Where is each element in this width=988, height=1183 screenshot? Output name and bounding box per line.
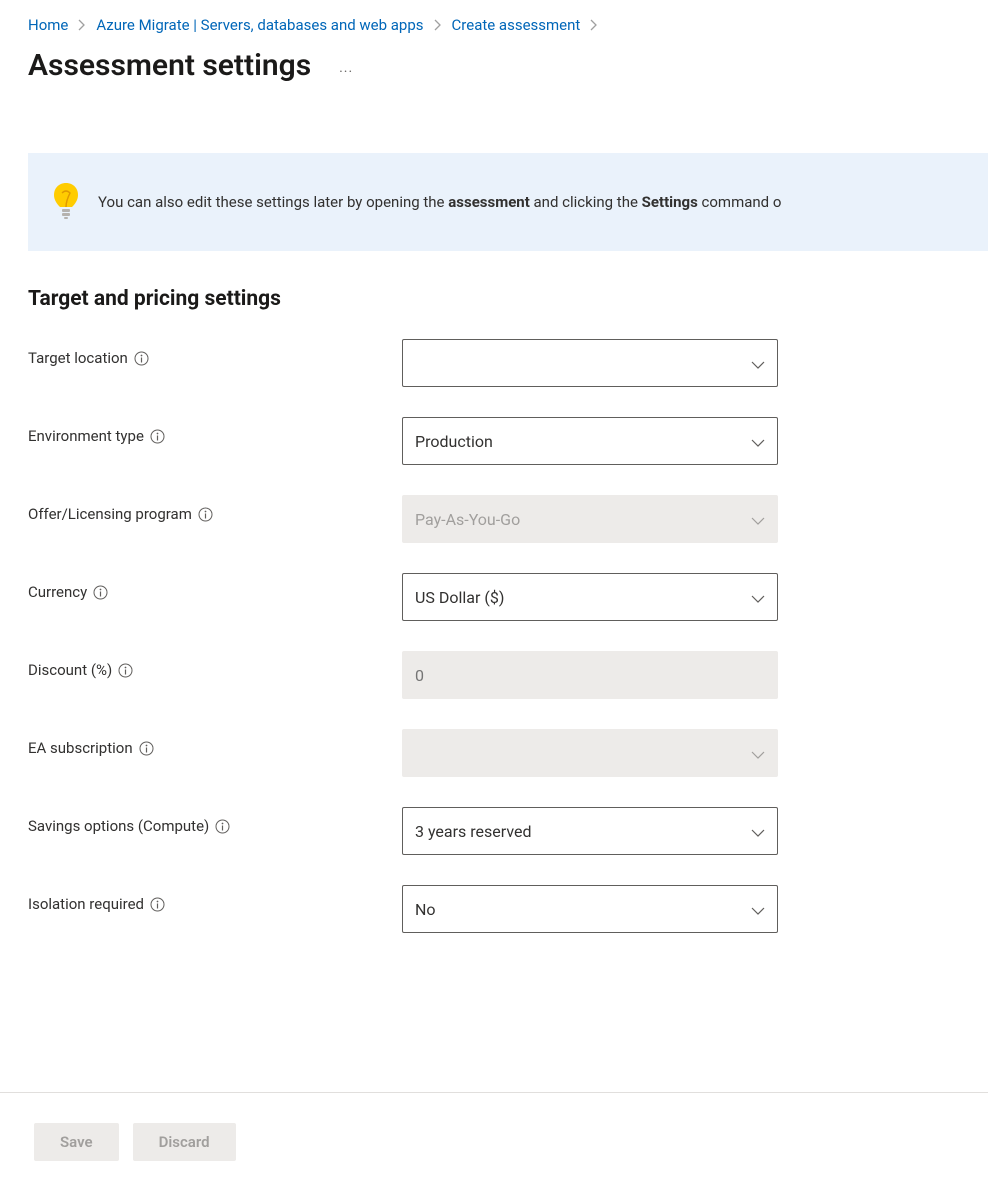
select-currency[interactable]: US Dollar ($) bbox=[402, 573, 778, 621]
info-icon[interactable] bbox=[198, 507, 213, 522]
label-isolation-required: Isolation required bbox=[28, 885, 402, 913]
select-environment-type[interactable]: Production bbox=[402, 417, 778, 465]
info-icon[interactable] bbox=[118, 663, 133, 678]
breadcrumb-create-assessment[interactable]: Create assessment bbox=[452, 16, 581, 34]
chevron-down-icon bbox=[751, 822, 765, 841]
info-icon[interactable] bbox=[134, 351, 149, 366]
chevron-down-icon bbox=[751, 588, 765, 607]
info-icon[interactable] bbox=[150, 429, 165, 444]
breadcrumb: Home Azure Migrate | Servers, databases … bbox=[0, 0, 988, 40]
field-target-location: Target location bbox=[28, 339, 988, 387]
label-discount: Discount (%) bbox=[28, 651, 402, 679]
breadcrumb-home[interactable]: Home bbox=[28, 16, 68, 34]
lightbulb-icon bbox=[52, 181, 80, 223]
field-isolation-required: Isolation required No bbox=[28, 885, 988, 933]
input-discount[interactable] bbox=[402, 651, 778, 699]
discard-button[interactable]: Discard bbox=[133, 1123, 236, 1161]
label-target-location: Target location bbox=[28, 339, 402, 367]
section-title: Target and pricing settings bbox=[28, 287, 988, 311]
chevron-right-icon bbox=[78, 19, 86, 31]
select-target-location[interactable] bbox=[402, 339, 778, 387]
page-title: Assessment settings bbox=[28, 48, 311, 83]
select-savings-options[interactable]: 3 years reserved bbox=[402, 807, 778, 855]
banner-text: You can also edit these settings later b… bbox=[98, 191, 781, 214]
target-pricing-section: Target and pricing settings Target locat… bbox=[0, 251, 988, 933]
chevron-right-icon bbox=[590, 19, 598, 31]
save-button[interactable]: Save bbox=[34, 1123, 119, 1161]
info-icon[interactable] bbox=[215, 819, 230, 834]
page-header: Assessment settings ··· bbox=[0, 40, 988, 83]
label-currency: Currency bbox=[28, 573, 402, 601]
label-offer-licensing: Offer/Licensing program bbox=[28, 495, 402, 523]
info-icon[interactable] bbox=[150, 897, 165, 912]
field-currency: Currency US Dollar ($) bbox=[28, 573, 988, 621]
field-offer-licensing: Offer/Licensing program Pay-As-You-Go bbox=[28, 495, 988, 543]
chevron-down-icon bbox=[751, 432, 765, 451]
field-environment-type: Environment type Production bbox=[28, 417, 988, 465]
label-environment-type: Environment type bbox=[28, 417, 402, 445]
label-savings-options: Savings options (Compute) bbox=[28, 807, 402, 835]
chevron-down-icon bbox=[751, 510, 765, 529]
field-discount: Discount (%) bbox=[28, 651, 988, 699]
info-icon[interactable] bbox=[93, 585, 108, 600]
chevron-down-icon bbox=[751, 900, 765, 919]
field-savings-options: Savings options (Compute) 3 years reserv… bbox=[28, 807, 988, 855]
info-banner: You can also edit these settings later b… bbox=[28, 153, 988, 251]
chevron-down-icon bbox=[751, 354, 765, 373]
label-ea-subscription: EA subscription bbox=[28, 729, 402, 757]
footer-actions: Save Discard bbox=[0, 1092, 988, 1183]
chevron-down-icon bbox=[751, 744, 765, 763]
select-isolation-required[interactable]: No bbox=[402, 885, 778, 933]
breadcrumb-azure-migrate[interactable]: Azure Migrate | Servers, databases and w… bbox=[96, 16, 423, 34]
select-offer-licensing: Pay-As-You-Go bbox=[402, 495, 778, 543]
field-ea-subscription: EA subscription bbox=[28, 729, 988, 777]
more-actions-icon[interactable]: ··· bbox=[339, 52, 353, 80]
info-icon[interactable] bbox=[139, 741, 154, 756]
chevron-right-icon bbox=[434, 19, 442, 31]
select-ea-subscription bbox=[402, 729, 778, 777]
